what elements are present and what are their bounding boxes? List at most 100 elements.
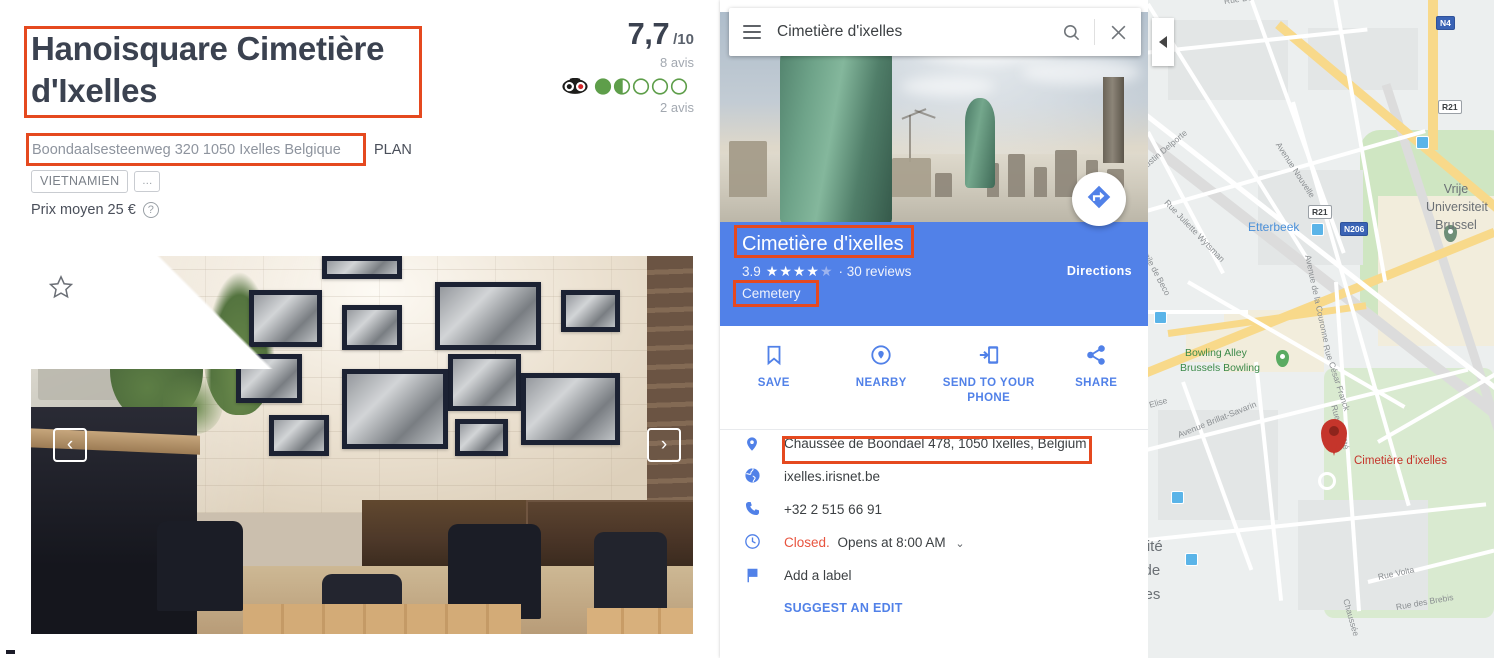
cuisine-tags: VIETNAMIEN ... [31,170,160,193]
poi-transit-icon [1416,136,1429,149]
rating-score: 7,7 [628,16,670,52]
page-title: Hanoisquare Cimetière d'Ixelles [31,28,431,112]
globe-icon [744,465,784,484]
map-poi-brussels-bowling: Brussels Bowling [1180,362,1260,374]
clock-icon [744,531,784,550]
share-label: SHARE [1075,376,1117,391]
directions-fab-button[interactable] [1072,172,1126,226]
restaurant-listing-panel: Hanoisquare Cimetière d'Ixelles Boondaal… [0,0,716,658]
info-website-text: ixelles.irisnet.be [784,465,880,488]
nearby-pin-icon [870,340,892,370]
rating-reviews: · 30 reviews [839,264,912,279]
collapse-panel-button[interactable] [1152,18,1174,66]
place-name: Cimetière d'ixelles [742,230,904,258]
close-icon[interactable] [1095,23,1141,42]
star-outline-icon[interactable] [48,274,74,300]
save-label: SAVE [758,376,790,391]
suggest-an-edit-button[interactable]: SUGGEST AN EDIT [720,601,1150,615]
poi-transit-icon [1185,553,1198,566]
map-area-vub-line1: Vrije Universiteit Brussel [1426,180,1486,234]
rating-block: 7,7 /10 8 avis [534,16,694,115]
map-base-layer: N4 R21 R21 N206 CHASSE Vrije Universitei… [1148,0,1506,658]
nearby-button[interactable]: NEARBY [828,326,936,429]
search-input[interactable]: Cimetière d'ixelles [775,23,1048,41]
plan-link[interactable]: PLAN [374,141,412,159]
tag-cuisine[interactable]: VIETNAMIEN [31,170,128,193]
send-to-phone-label: SEND TO YOUR PHONE [935,376,1043,406]
star-rating-icons: ★★★★★ [766,263,834,280]
photo-corner-fade [31,256,309,369]
bookmark-icon [763,340,785,370]
nearby-label: NEARBY [856,376,907,391]
place-info-list: Chaussée de Boondael 478, 1050 Ixelles, … [720,432,1150,615]
poi-transit-icon [1171,491,1184,504]
map-street-juliette-wytsman: Rue Juliette Wytsman [1162,198,1227,264]
map-area-etterbeek: Etterbeek [1248,220,1299,234]
search-icon[interactable] [1048,23,1094,42]
info-row-add-label[interactable]: Add a label [720,564,1150,597]
directions-label[interactable]: Directions [1067,264,1132,278]
tag-more[interactable]: ... [134,171,160,192]
map-marker-label: Cimetière d'ixelles [1354,455,1447,467]
chevron-down-icon[interactable]: ⌄ [955,538,964,550]
poi-transit-icon [1311,223,1324,236]
hours-detail: Opens at 8:00 AM [838,535,946,550]
screenshot-root: Hanoisquare Cimetière d'Ixelles Boondaal… [0,0,1506,658]
phone-icon [744,498,784,517]
average-price-row: Prix moyen 25 € ? [31,202,159,218]
average-price-label: Prix moyen 25 € [31,202,136,218]
info-hours-text: Closed. Opens at 8:00 AM ⌄ [784,531,965,555]
share-icon [1085,340,1107,370]
info-phone-text: +32 2 515 66 91 [784,498,882,521]
place-action-bar: SAVE NEARBY [720,326,1150,430]
save-button[interactable]: SAVE [720,326,828,429]
maps-search-bar[interactable]: Cimetière d'ixelles [729,8,1141,56]
info-row-website[interactable]: ixelles.irisnet.be [720,465,1150,498]
photo-next-button[interactable]: › [647,428,681,462]
tripadvisor-owl-icon [562,78,588,95]
map-poi-bowling-alley: Bowling Alley [1185,347,1247,359]
info-row-hours[interactable]: Closed. Opens at 8:00 AM ⌄ [720,531,1150,564]
rating-value: 3.9 [742,264,761,279]
location-pin-icon [744,432,784,454]
info-address-text: Chaussée de Boondael 478, 1050 Ixelles, … [784,432,1086,455]
collapse-panel-arrow-icon [1159,36,1167,48]
map-area-chasse: CHASSE [1282,0,1353,3]
map-area-ulb-line2: re de [1148,562,1160,579]
place-category: Cemetery [742,286,801,301]
map-area-ulb-line1: ersité [1148,538,1163,555]
map-street-emile-de-beco: Avenue Emile de Beco [1148,217,1173,297]
map-street-rue-becker: Rue Becker [1223,0,1268,6]
road-shield-n4: N4 [1436,16,1455,30]
question-mark-icon[interactable]: ? [143,202,159,218]
directions-arrow-icon [1086,184,1112,215]
send-to-phone-icon [978,340,1000,370]
corner-mark [6,650,15,654]
info-row-address[interactable]: Chaussée de Boondael 478, 1050 Ixelles, … [720,432,1150,465]
map-street-ouronne: ouronne [1148,41,1151,76]
restaurant-photo[interactable]: ‹ › [31,256,693,634]
map-right-gutter [1494,0,1506,658]
place-summary-card: Cimetière d'ixelles 3.9 ★★★★★ · 30 revie… [720,222,1150,326]
flag-icon [744,564,784,585]
photo-prev-button[interactable]: ‹ [53,428,87,462]
add-label-text: Add a label [784,564,852,587]
info-row-phone[interactable]: +32 2 515 66 91 [720,498,1150,531]
listing-address: Boondaalsesteenweg 320 1050 Ixelles Belg… [32,141,341,159]
send-to-phone-button[interactable]: SEND TO YOUR PHONE [935,326,1043,429]
map-viewport[interactable]: N4 R21 R21 N206 CHASSE Vrije Universitei… [1148,0,1506,658]
tripadvisor-review-count: 2 avis [534,100,694,115]
rating-review-count: 8 avis [534,55,694,70]
tripadvisor-bubbles [594,78,694,95]
hamburger-menu-icon[interactable] [729,25,775,39]
place-rating: 3.9 ★★★★★ · 30 reviews [742,263,911,280]
road-shield-r21-lower: R21 [1308,205,1332,219]
map-area-ulb-line3: xelles [1148,586,1160,603]
hours-status: Closed. [784,535,830,550]
road-shield-r21-upper: R21 [1438,100,1462,114]
share-button[interactable]: SHARE [1043,326,1151,429]
google-maps-place-panel: Cimetière d'ixelles [720,0,1150,658]
poi-transit-icon [1154,311,1167,324]
road-shield-n206: N206 [1340,222,1368,236]
rating-scale: /10 [673,31,694,48]
